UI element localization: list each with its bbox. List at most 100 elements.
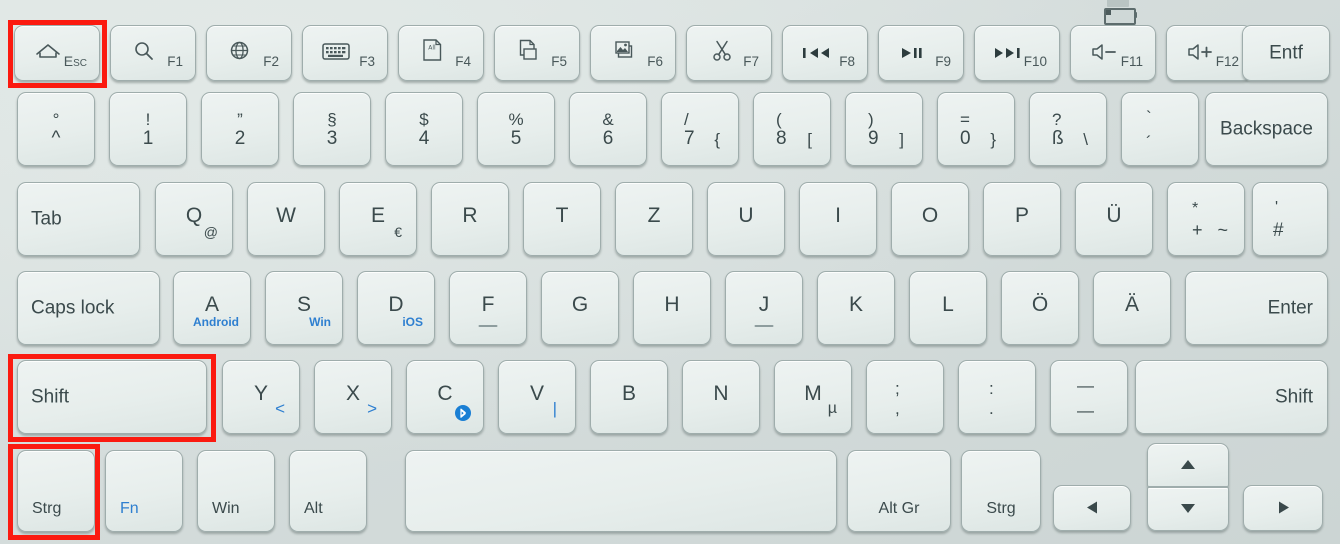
key-q[interactable]: Q @ (155, 182, 233, 256)
key-arrow-right[interactable] (1243, 485, 1323, 531)
key-arrow-down[interactable] (1147, 487, 1229, 531)
key-7-top: / (684, 110, 689, 129)
key-6[interactable]: & 6 (569, 92, 647, 166)
key-x[interactable]: X > (314, 360, 392, 434)
key-a-main: A (204, 293, 219, 316)
key-k[interactable]: K (817, 271, 895, 345)
arrow-up-icon (1148, 457, 1228, 473)
key-caps-lock[interactable]: Caps lock (17, 271, 160, 345)
key-f1[interactable]: F1 (110, 25, 196, 81)
key-arrow-left[interactable] (1053, 485, 1131, 531)
key-a[interactable]: A Android (173, 271, 251, 345)
key-fn-label: Fn (120, 500, 139, 517)
key-uumlaut[interactable]: Ü (1075, 182, 1153, 256)
key-7[interactable]: / 7 { (661, 92, 739, 166)
key-f8[interactable]: F8 (782, 25, 868, 81)
key-3[interactable]: § 3 (293, 92, 371, 166)
key-esc[interactable]: Esc (14, 25, 100, 81)
keyboard-device: Esc F1 F2 F3 All F4 F5 F6 F7 F8 F9 F10 F… (0, 0, 1340, 544)
key-9-alt: ] (899, 130, 904, 149)
key-b[interactable]: B (590, 360, 668, 434)
key-f[interactable]: F (449, 271, 527, 345)
key-5[interactable]: % 5 (477, 92, 555, 166)
key-u[interactable]: U (707, 182, 785, 256)
key-eszett[interactable]: ? ß \ (1029, 92, 1107, 166)
key-shift-right-label: Shift (1274, 386, 1313, 408)
arrow-right-icon (1244, 500, 1322, 516)
key-hash[interactable]: ' # (1252, 182, 1328, 256)
key-tab[interactable]: Tab (17, 182, 140, 256)
key-l-main: L (942, 293, 954, 316)
key-0-top: = (960, 110, 970, 129)
key-f3[interactable]: F3 (302, 25, 388, 81)
key-f7[interactable]: F7 (686, 25, 772, 81)
key-fn[interactable]: Fn (105, 450, 183, 532)
key-aumlaut[interactable]: Ä (1093, 271, 1171, 345)
key-strg-left[interactable]: Strg (17, 450, 95, 532)
key-f11[interactable]: F11 (1070, 25, 1156, 81)
key-oumlaut[interactable]: Ö (1001, 271, 1079, 345)
key-p[interactable]: P (983, 182, 1061, 256)
key-n[interactable]: N (682, 360, 760, 434)
key-colon-top: : (989, 379, 994, 398)
key-f2[interactable]: F2 (206, 25, 292, 81)
key-circumflex-main: ^ (51, 128, 61, 149)
key-c[interactable]: C (406, 360, 484, 434)
key-l[interactable]: L (909, 271, 987, 345)
key-v[interactable]: V | (498, 360, 576, 434)
paste-image-icon (614, 39, 636, 61)
key-j[interactable]: J (725, 271, 803, 345)
key-f10[interactable]: F10 (974, 25, 1060, 81)
key-z[interactable]: Z (615, 182, 693, 256)
key-2[interactable]: ” 2 (201, 92, 279, 166)
key-0[interactable]: = 0 } (937, 92, 1015, 166)
key-f6[interactable]: F6 (590, 25, 676, 81)
key-9[interactable]: ) 9 ] (845, 92, 923, 166)
key-y[interactable]: Y < (222, 360, 300, 434)
key-f9[interactable]: F9 (878, 25, 964, 81)
key-v-sublabel: | (552, 399, 557, 418)
key-d[interactable]: D iOS (357, 271, 435, 345)
keyboard-icon (322, 43, 350, 60)
key-underscore[interactable]: — — (1050, 360, 1128, 434)
key-f12[interactable]: F12 (1166, 25, 1252, 81)
key-shift-right[interactable]: Shift (1135, 360, 1328, 434)
key-i[interactable]: I (799, 182, 877, 256)
key-plus[interactable]: * + ~ (1167, 182, 1245, 256)
key-eszett-main: ß (1052, 128, 1064, 149)
key-semicolon[interactable]: ; , (866, 360, 944, 434)
key-win[interactable]: Win (197, 450, 275, 532)
key-entf[interactable]: Entf (1242, 25, 1330, 81)
key-6-top: & (602, 110, 614, 129)
key-m[interactable]: M µ (774, 360, 852, 434)
key-enter[interactable]: Enter (1185, 271, 1328, 345)
key-acute[interactable]: ` ´ (1121, 92, 1199, 166)
key-space[interactable] (405, 450, 837, 532)
key-f5[interactable]: F5 (494, 25, 580, 81)
key-8[interactable]: ( 8 [ (753, 92, 831, 166)
key-t[interactable]: T (523, 182, 601, 256)
key-strg-right[interactable]: Strg (961, 450, 1041, 532)
key-alt-gr[interactable]: Alt Gr (847, 450, 951, 532)
key-e[interactable]: E € (339, 182, 417, 256)
key-g[interactable]: G (541, 271, 619, 345)
key-o[interactable]: O (891, 182, 969, 256)
key-alt[interactable]: Alt (289, 450, 367, 532)
key-r[interactable]: R (431, 182, 509, 256)
key-w[interactable]: W (247, 182, 325, 256)
key-circumflex[interactable]: ° ^ (17, 92, 95, 166)
key-9-main: 9 (868, 128, 879, 149)
key-4[interactable]: $ 4 (385, 92, 463, 166)
key-1-top: ! (145, 110, 151, 129)
key-f4[interactable]: All F4 (398, 25, 484, 81)
key-backspace[interactable]: Backspace (1205, 92, 1328, 166)
key-eszett-alt: \ (1083, 130, 1088, 149)
key-shift-left[interactable]: Shift (17, 360, 207, 434)
key-s[interactable]: S Win (265, 271, 343, 345)
key-1[interactable]: ! 1 (109, 92, 187, 166)
key-arrow-up[interactable] (1147, 443, 1229, 487)
volume-down-icon (1091, 43, 1121, 61)
key-h[interactable]: H (633, 271, 711, 345)
key-colon[interactable]: : . (958, 360, 1036, 434)
key-4-main: 4 (418, 128, 430, 149)
